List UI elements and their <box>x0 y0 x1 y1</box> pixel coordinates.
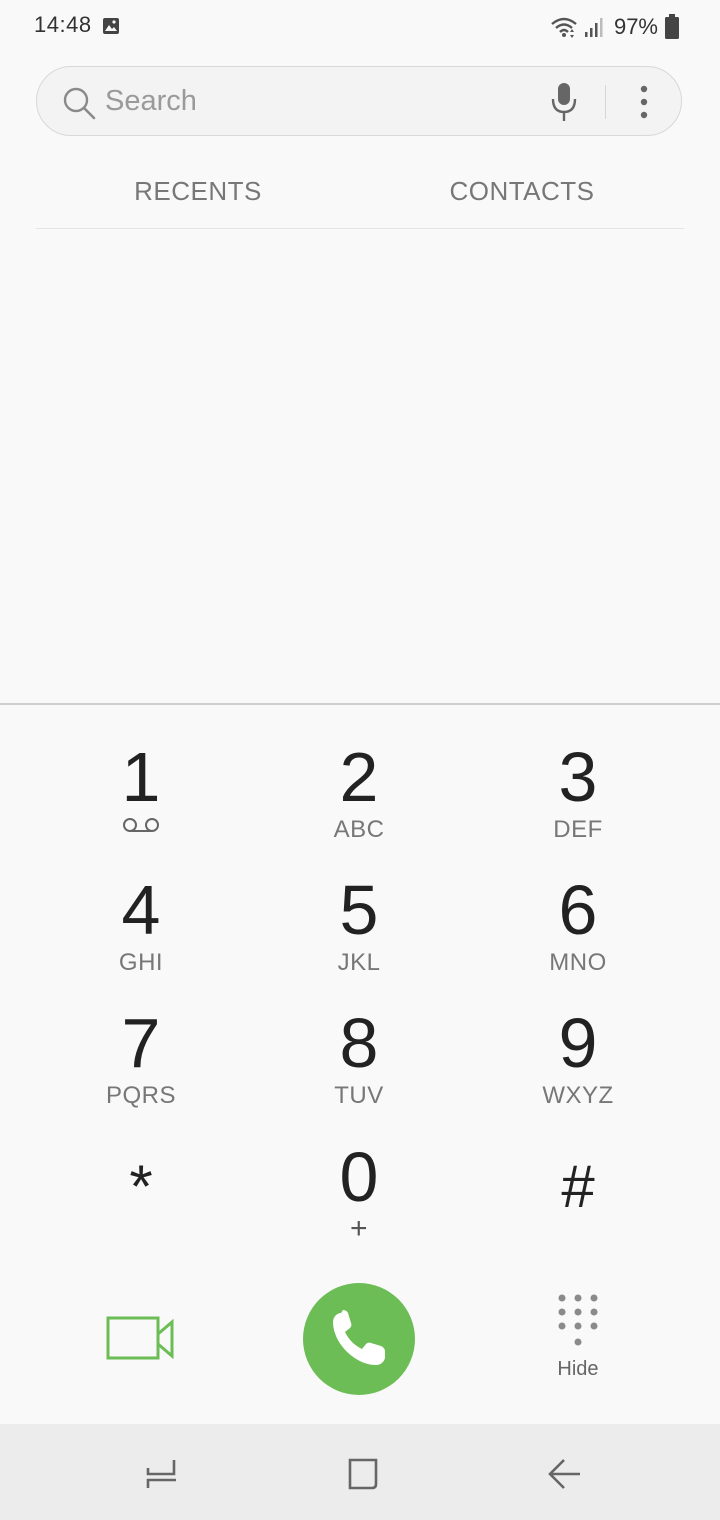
back-icon[interactable] <box>544 1454 584 1494</box>
keypad-divider <box>0 703 720 705</box>
key-letters: WXYZ <box>542 1082 614 1109</box>
key-5[interactable]: 5 JKL <box>249 875 469 995</box>
status-time: 14:48 <box>34 12 92 37</box>
key-letters: PQRS <box>105 1082 176 1109</box>
tab-contacts[interactable]: CONTACTS <box>392 176 652 207</box>
key-1[interactable]: 1 <box>31 742 251 862</box>
gallery-icon <box>103 18 119 34</box>
key-3[interactable]: 3 DEF <box>468 742 688 862</box>
navigation-bar <box>0 1424 720 1520</box>
key-digit: 8 <box>339 1004 379 1082</box>
more-options-icon[interactable] <box>635 83 653 121</box>
call-button[interactable] <box>303 1283 415 1395</box>
status-bar: 14:48 97% <box>0 0 720 56</box>
key-digit: 3 <box>558 738 598 816</box>
keypad-grid-icon <box>558 1294 598 1346</box>
key-letters: MNO <box>549 949 607 976</box>
search-divider <box>605 85 606 119</box>
key-hash[interactable]: # <box>468 1152 688 1272</box>
key-4[interactable]: 4 GHI <box>31 875 251 995</box>
key-letters: DEF <box>553 816 603 843</box>
key-7[interactable]: 7 PQRS <box>31 1008 251 1128</box>
recent-apps-icon[interactable] <box>142 1454 182 1494</box>
search-bar[interactable]: Search <box>36 66 682 136</box>
search-input[interactable]: Search <box>105 85 197 118</box>
key-8[interactable]: 8 TUV <box>249 1008 469 1128</box>
home-icon[interactable] <box>342 1454 382 1494</box>
key-digit: 5 <box>339 871 379 949</box>
key-digit: 1 <box>121 738 161 816</box>
key-digit: 4 <box>121 871 161 949</box>
signal-icon <box>584 18 603 37</box>
key-9[interactable]: 9 WXYZ <box>468 1008 688 1128</box>
key-letters: ABC <box>333 816 385 843</box>
key-letters: + <box>349 1212 369 1245</box>
key-digit: 0 <box>339 1138 379 1216</box>
status-icons: 97% <box>550 12 680 42</box>
key-2[interactable]: 2 ABC <box>249 742 469 862</box>
key-0[interactable]: 0 + <box>249 1142 469 1262</box>
key-letters: GHI <box>118 949 164 976</box>
mic-icon[interactable] <box>549 81 579 123</box>
key-digit: 9 <box>558 1004 598 1082</box>
hide-label: Hide <box>557 1358 599 1380</box>
key-digit: # <box>561 1153 595 1220</box>
search-icon <box>63 87 96 120</box>
wifi-icon <box>551 17 577 38</box>
key-star[interactable]: * <box>31 1152 251 1272</box>
tab-bar: RECENTS CONTACTS <box>36 160 684 229</box>
key-digit: 7 <box>121 1004 161 1082</box>
key-digit: 6 <box>558 871 598 949</box>
tab-recents[interactable]: RECENTS <box>68 176 328 207</box>
voicemail-icon <box>123 818 159 832</box>
battery-percent: 97% <box>613 14 658 39</box>
key-letters: JKL <box>337 949 381 976</box>
phone-icon <box>333 1310 385 1365</box>
key-digit: * <box>129 1153 153 1220</box>
key-digit: 2 <box>339 738 379 816</box>
key-letters: TUV <box>334 1082 384 1109</box>
hide-keypad-button[interactable]: Hide <box>530 1292 626 1392</box>
dialer-screen: 14:48 97% Search RECENTS CONTACTS 1 2 AB… <box>0 0 720 1520</box>
battery-icon <box>665 14 679 39</box>
key-6[interactable]: 6 MNO <box>468 875 688 995</box>
video-call-icon[interactable] <box>104 1312 178 1366</box>
